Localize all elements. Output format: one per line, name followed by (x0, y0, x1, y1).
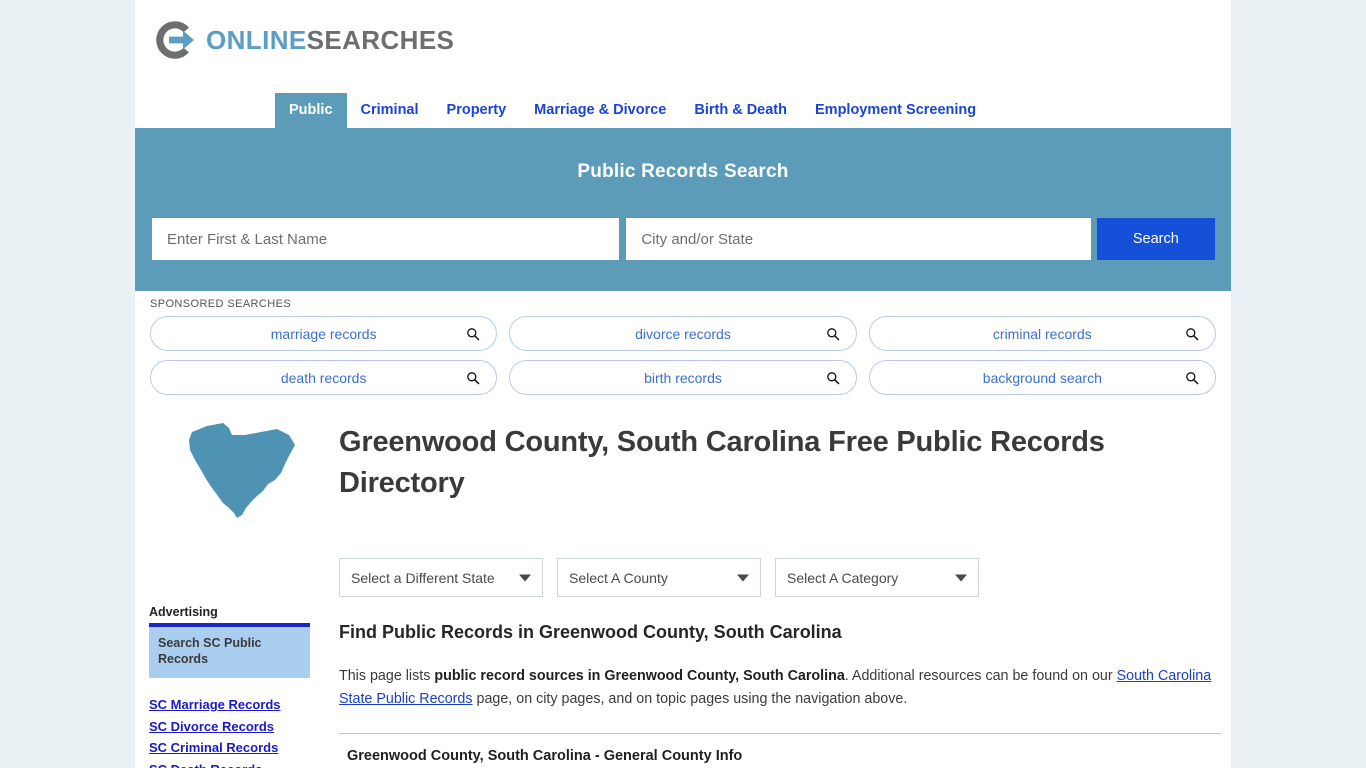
sponsored-pill-label: divorce records (635, 325, 731, 342)
south-carolina-state-map-icon (189, 423, 295, 518)
tab-marriage-divorce[interactable]: Marriage & Divorce (520, 93, 680, 129)
main-content: Find Public Records in Greenwood County,… (339, 622, 1221, 764)
sidebar-links: SC Marriage Records SC Divorce Records S… (149, 678, 310, 768)
state-select[interactable]: Select a Different State (339, 558, 543, 597)
sponsored-pill-death-records[interactable]: death records (150, 360, 498, 395)
county-select[interactable]: Select A County (557, 558, 761, 597)
sponsored-pill-background-search[interactable]: background search (868, 360, 1216, 395)
magnifier-icon (826, 371, 840, 385)
sponsored-pill-label: criminal records (992, 325, 1092, 342)
county-select-label: Select A County (569, 569, 668, 586)
public-records-search-band: Public Records Search Search (135, 128, 1231, 291)
logo-wordmark: ONLINESEARCHES (206, 27, 454, 53)
location-input[interactable] (626, 218, 1091, 260)
tab-criminal[interactable]: Criminal (347, 93, 433, 129)
sidebar-link-sc-divorce-records[interactable]: SC Divorce Records (149, 716, 310, 738)
magnifier-icon (1186, 371, 1199, 385)
advertising-sidebar: Advertising Search SC Public Records SC … (149, 605, 310, 768)
page-title-row: Greenwood County, South Carolina Free Pu… (135, 404, 1231, 546)
sidebar-link-sc-marriage-records[interactable]: SC Marriage Records (149, 694, 310, 716)
chevron-down-icon (737, 574, 749, 581)
search-band-title: Public Records Search (577, 161, 789, 182)
site-header: ONLINESEARCHES (135, 0, 1231, 82)
main-navigation: Public Criminal Property Marriage & Divo… (135, 82, 1231, 128)
logo-searches-text: SEARCHES (306, 25, 455, 55)
paragraph-text-2: . Additional resources can be found on o… (844, 668, 1117, 684)
tab-employment-screening[interactable]: Employment Screening (801, 93, 990, 129)
filter-selects: Select a Different State Select A County… (339, 558, 979, 597)
page-title: Greenwood County, South Carolina Free Pu… (339, 426, 1105, 500)
advertising-box[interactable]: Search SC Public Records (149, 623, 310, 678)
tab-birth-death[interactable]: Birth & Death (680, 93, 801, 129)
tab-property[interactable]: Property (433, 93, 521, 129)
tab-public[interactable]: Public (275, 92, 347, 128)
page-root: ONLINESEARCHES Public Criminal Property … (0, 0, 1366, 768)
sponsored-pill-row: marriage records divorce records crimina… (150, 316, 1216, 351)
sponsored-pill-label: marriage records (270, 325, 377, 342)
sponsored-pill-criminal-records[interactable]: criminal records (868, 316, 1216, 351)
advertising-heading: Advertising (149, 605, 218, 619)
paragraph-text-1: This page lists (339, 668, 435, 684)
sponsored-pill-grid: marriage records divorce records crimina… (135, 316, 1231, 395)
paragraph-text-3: page, on city pages, and on topic pages … (472, 690, 908, 707)
sponsored-pill-row: death records birth records background s… (150, 360, 1216, 395)
logo-online-text: ONLINE (206, 25, 307, 55)
sponsored-pill-label: death records (280, 369, 367, 386)
sidebar-link-sc-death-records[interactable]: SC Death Records (149, 759, 310, 768)
sponsored-searches-label: SPONSORED SEARCHES (150, 298, 292, 310)
chevron-down-icon (519, 574, 531, 581)
category-select[interactable]: Select A Category (775, 558, 979, 597)
sponsored-pill-label: birth records (644, 369, 722, 386)
sponsored-searches-section: SPONSORED SEARCHES marriage records divo… (135, 291, 1231, 404)
sponsored-pill-label: background search (982, 369, 1102, 386)
site-logo[interactable]: ONLINESEARCHES (153, 18, 454, 62)
name-input[interactable] (152, 218, 620, 260)
magnifier-icon (1186, 327, 1199, 341)
advertising-box-text: Search SC Public Records (158, 636, 262, 666)
sidebar-link-sc-criminal-records[interactable]: SC Criminal Records (149, 737, 310, 759)
main-heading: Find Public Records in Greenwood County,… (339, 622, 842, 642)
sponsored-pill-divorce-records[interactable]: divorce records (509, 316, 857, 351)
state-select-label: Select a Different State (351, 569, 495, 586)
sponsored-pill-birth-records[interactable]: birth records (509, 360, 857, 395)
magnifier-icon (467, 371, 480, 385)
main-paragraph: This page lists public record sources in… (339, 665, 1221, 710)
site-container: ONLINESEARCHES Public Criminal Property … (135, 0, 1231, 768)
chevron-down-icon (955, 574, 967, 581)
magnifier-icon (467, 327, 480, 341)
search-button[interactable]: Search (1096, 218, 1215, 260)
magnifier-icon (826, 327, 840, 341)
category-select-label: Select A Category (787, 569, 899, 586)
paragraph-bold-1: public record sources in Greenwood Count… (434, 668, 845, 684)
sponsored-pill-marriage-records[interactable]: marriage records (150, 316, 498, 351)
search-form: Search (152, 218, 1215, 260)
circle-arrow-logo-icon (156, 21, 194, 59)
general-county-info-heading: Greenwood County, South Carolina - Gener… (347, 748, 743, 765)
